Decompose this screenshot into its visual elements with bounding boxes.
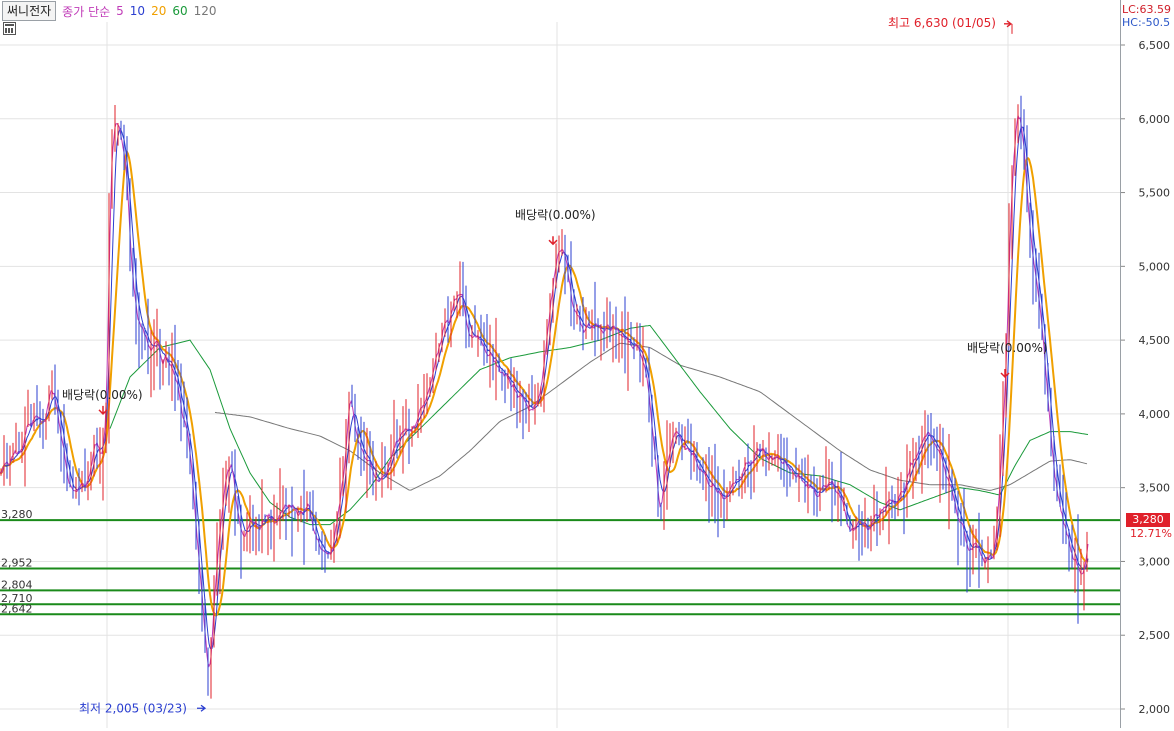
legend-ma20[interactable]: 20 xyxy=(151,4,166,18)
legend-ma60[interactable]: 60 xyxy=(172,4,187,18)
y-tick-label-3500: 3,500 xyxy=(1139,482,1171,495)
dividend-arrow-icon-1 xyxy=(548,236,558,246)
stock-chart[interactable]: 2,000 2,500 3,000 3,500 4,000 4,500 5,000 5,500… xyxy=(0,0,1174,728)
max-arrow-icon xyxy=(1004,20,1013,28)
support-label-2: 2,804 xyxy=(1,578,33,591)
legend-ma10[interactable]: 10 xyxy=(130,4,145,18)
ma-legend: 종가 단순 5 10 20 60 120 xyxy=(62,3,222,20)
legend-ma120[interactable]: 120 xyxy=(194,4,217,18)
calculator-icon[interactable] xyxy=(3,22,16,35)
dividend-label-2: 배당락(0.00%) xyxy=(967,341,1048,355)
ma60-line xyxy=(109,324,1089,526)
stock-name-button[interactable]: 써니전자 xyxy=(2,1,57,21)
chart-header: 써니전자 종가 단순 5 10 20 60 120 xyxy=(0,0,600,22)
support-label-0: 3,280 xyxy=(1,508,33,521)
dividend-label-0: 배당락(0.00%) xyxy=(62,388,143,402)
chart-canvas[interactable]: 2,000 2,500 3,000 3,500 4,000 4,500 5,000 5,500… xyxy=(0,0,1174,728)
legend-ma5[interactable]: 5 xyxy=(116,4,124,18)
y-tick-label-6500: 6,500 xyxy=(1139,39,1171,52)
current-price-badge: 3,280 xyxy=(1126,513,1170,528)
lc-hc-readout: LC:63.59 HC:-50.5 xyxy=(1122,3,1174,29)
y-tick-label-5000: 5,000 xyxy=(1139,260,1171,273)
y-tick-label-2000: 2,000 xyxy=(1139,703,1171,716)
price-bars xyxy=(0,95,1088,699)
y-tick-label-2500: 2,500 xyxy=(1139,629,1171,642)
price-change-percent: 12.71% xyxy=(1130,527,1172,541)
dividend-label-1: 배당락(0.00%) xyxy=(515,208,596,222)
hc-value: HC:-50.5 xyxy=(1122,16,1171,29)
legend-label: 종가 단순 xyxy=(62,4,111,19)
y-tick-label-6000: 6,000 xyxy=(1139,113,1171,126)
y-tick-label-4500: 4,500 xyxy=(1139,334,1171,347)
support-label-4: 2,642 xyxy=(1,602,33,615)
support-label-1: 2,952 xyxy=(1,557,33,570)
y-tick-label-4000: 4,000 xyxy=(1139,408,1171,421)
min-arrow-icon xyxy=(197,704,207,712)
min-price-label: 최저 2,005 (03/23) xyxy=(79,701,187,715)
lc-value: LC:63.59 xyxy=(1122,3,1172,16)
y-tick-label-5500: 5,500 xyxy=(1139,187,1171,200)
max-price-label: 최고 6,630 (01/05) xyxy=(888,16,996,30)
y-tick-label-3000: 3,000 xyxy=(1139,555,1171,568)
annotations: 최고 6,630 (01/05) 최저 2,005 (03/23) 배당락(0.00… xyxy=(62,16,1048,715)
